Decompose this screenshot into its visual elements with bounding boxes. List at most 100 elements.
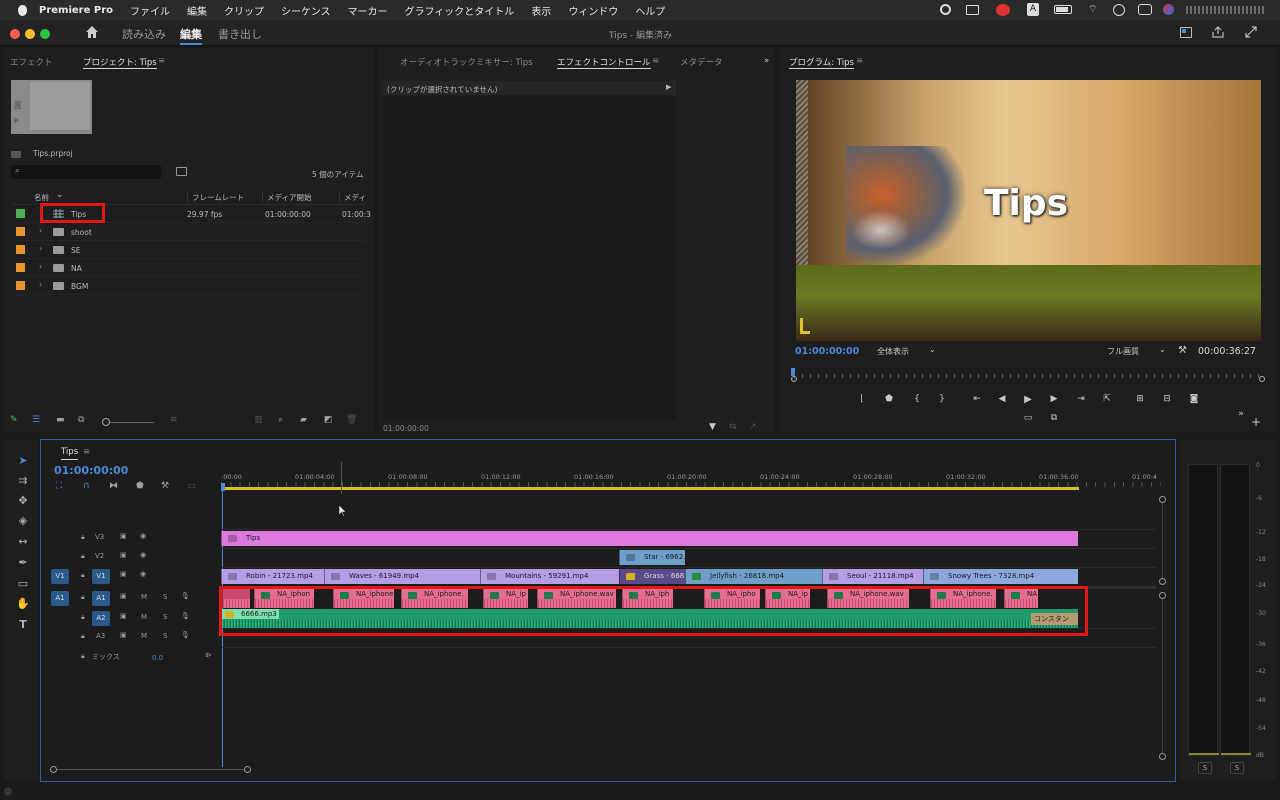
lock-icon[interactable]: 🔒︎ [81,652,85,661]
sync-lock-icon[interactable]: ▣ [120,612,127,620]
step-back-icon[interactable]: ◀ [995,394,1009,404]
track-select-tool-icon[interactable]: ⇉ [14,473,32,489]
project-item-shoot[interactable]: › shoot [12,223,365,241]
zoom-slider[interactable] [110,422,154,423]
search-input[interactable]: ⌕ [11,165,161,179]
mark-in-brace-icon[interactable]: { [910,394,924,404]
control-center-icon[interactable] [1138,4,1152,15]
expand-chevron-icon[interactable]: › [39,280,42,289]
column-media-end[interactable]: メディ [339,192,366,203]
range-start-handle[interactable] [791,376,797,382]
workspace-edit[interactable]: 編集 [180,26,202,45]
column-media-start[interactable]: メディア開始 [262,192,311,203]
tab-metadata[interactable]: メタデータ [680,56,723,68]
battery-icon[interactable] [1054,5,1072,14]
sync-lock-icon[interactable]: ▣ [120,551,127,559]
close-window-button[interactable] [10,29,20,39]
source-patch-a1[interactable]: A1 [51,591,69,606]
selection-tool-icon[interactable]: ➤ [14,453,32,469]
export-icon[interactable]: ↗ [749,422,757,432]
go-to-in-icon[interactable]: ⇤ [970,394,984,404]
eye-icon[interactable]: ◉ [140,532,146,540]
settings-wrench-icon[interactable]: ⚒ [1178,345,1187,356]
sync-lock-icon[interactable]: ▣ [120,631,127,639]
rectangle-tool-icon[interactable]: ▭ [14,576,32,592]
sync-lock-icon[interactable]: ▣ [120,570,127,578]
tab-effects[interactable]: エフェクト [10,56,53,68]
add-marker-icon[interactable]: ⬟ [882,394,896,404]
add-button-icon[interactable]: + [1249,415,1263,429]
clip-v2-star[interactable]: Star - 6962. [619,550,685,565]
tab-project[interactable]: プロジェクト: Tips [83,56,157,69]
workspace-export[interactable]: 書き出し [218,26,262,42]
workspace-import[interactable]: 読み込み [122,26,166,42]
menu-clip[interactable]: クリップ [224,3,264,18]
program-video-frame[interactable]: Tips [796,80,1261,341]
solo-right-button[interactable]: S [1230,762,1244,774]
hscroll-track[interactable] [57,769,244,770]
range-end-handle[interactable] [1259,376,1265,382]
clip-v1[interactable]: Jellyfish - 26818.mp4 [685,569,822,584]
project-item-bgm[interactable]: › BGM [12,277,365,295]
clip-v3-tips[interactable]: Tips [221,531,1078,546]
voiceover-mic-icon[interactable]: 🎙︎ [181,631,190,639]
expand-chevron-icon[interactable]: › [39,262,42,271]
label-color-swatch[interactable] [16,245,25,254]
find-icon[interactable]: ⌕ [278,415,283,425]
export-frame-camera-icon[interactable]: ◙ [1187,394,1201,404]
menu-sequence[interactable]: シーケンス [281,3,331,18]
hscroll-start-handle[interactable] [50,766,57,773]
record-icon[interactable] [940,4,951,15]
screen-icon[interactable] [966,5,979,15]
add-marker-icon[interactable]: ⬟ [136,481,144,491]
timeline-timecode[interactable]: 01:00:00:00 [54,464,128,477]
panel-menu-icon[interactable]: ≡ [652,56,659,66]
freeform-view-icon[interactable]: ⧉ [78,415,84,425]
solo-button[interactable]: S [163,613,167,621]
menu-edit[interactable]: 編集 [187,3,207,18]
menu-graphics[interactable]: グラフィックとタイトル [405,3,515,18]
clip-v1[interactable]: Snowy Trees - 7328.mp4 [923,569,1078,584]
sync-lock-icon[interactable]: ▣ [120,592,127,600]
zoom-dropdown[interactable]: 全体表示 ⌄ [873,345,939,358]
vscroll-handle-bottom[interactable] [1159,578,1166,585]
safe-margins-icon[interactable]: ▭ [1021,413,1035,423]
pen-tool-icon[interactable]: ✒ [14,555,32,571]
overflow-chevron-icon[interactable]: » [1234,409,1248,419]
label-color-swatch[interactable] [16,281,25,290]
program-current-time[interactable]: 01:00:00:00 [795,346,859,357]
zoom-window-button[interactable] [40,29,50,39]
menu-marker[interactable]: マーカー [348,3,388,18]
track-target-a2[interactable]: A2 [92,611,110,626]
panel-menu-icon[interactable]: ≡ [158,56,165,66]
new-item-icon[interactable]: ◩ [324,415,333,425]
eye-icon[interactable]: ◉ [140,570,146,578]
clip-v1[interactable]: Robin - 21723.mp4 [221,569,324,584]
expand-chevron-icon[interactable]: › [39,226,42,235]
label-color-swatch[interactable] [16,209,25,218]
lock-icon[interactable]: 🔒︎ [81,632,85,641]
lock-icon[interactable]: 🔒︎ [81,593,85,602]
tab-timeline-tips[interactable]: Tips [61,447,79,460]
step-forward-icon[interactable]: ▶ [1047,394,1061,404]
tab-program[interactable]: プログラム: Tips [789,56,854,69]
menu-view[interactable]: 表示 [531,3,551,18]
vscroll-track[interactable] [1162,503,1163,578]
solo-button[interactable]: S [163,632,167,640]
eye-icon[interactable]: ◉ [140,551,146,559]
solo-left-button[interactable]: S [1198,762,1212,774]
status-icon[interactable]: ◎ [4,787,12,797]
apple-icon[interactable] [18,4,27,16]
type-tool-icon[interactable]: T [14,617,32,633]
pencil-icon[interactable]: ✎ [10,415,18,425]
clip-v1[interactable]: Grass - 6681 [619,569,685,584]
home-icon[interactable] [85,25,99,39]
slip-tool-icon[interactable]: ↔ [14,534,32,550]
timeline-settings-wrench-icon[interactable]: ⚒ [161,481,169,491]
minimize-window-button[interactable] [25,29,35,39]
clip-v1[interactable]: Waves - 61949.mp4 [324,569,480,584]
mix-value[interactable]: 0.0 [152,654,163,662]
label-color-swatch[interactable] [16,227,25,236]
lock-icon[interactable]: 🔒︎ [81,571,85,580]
column-frame-rate[interactable]: フレームレート [187,192,244,203]
